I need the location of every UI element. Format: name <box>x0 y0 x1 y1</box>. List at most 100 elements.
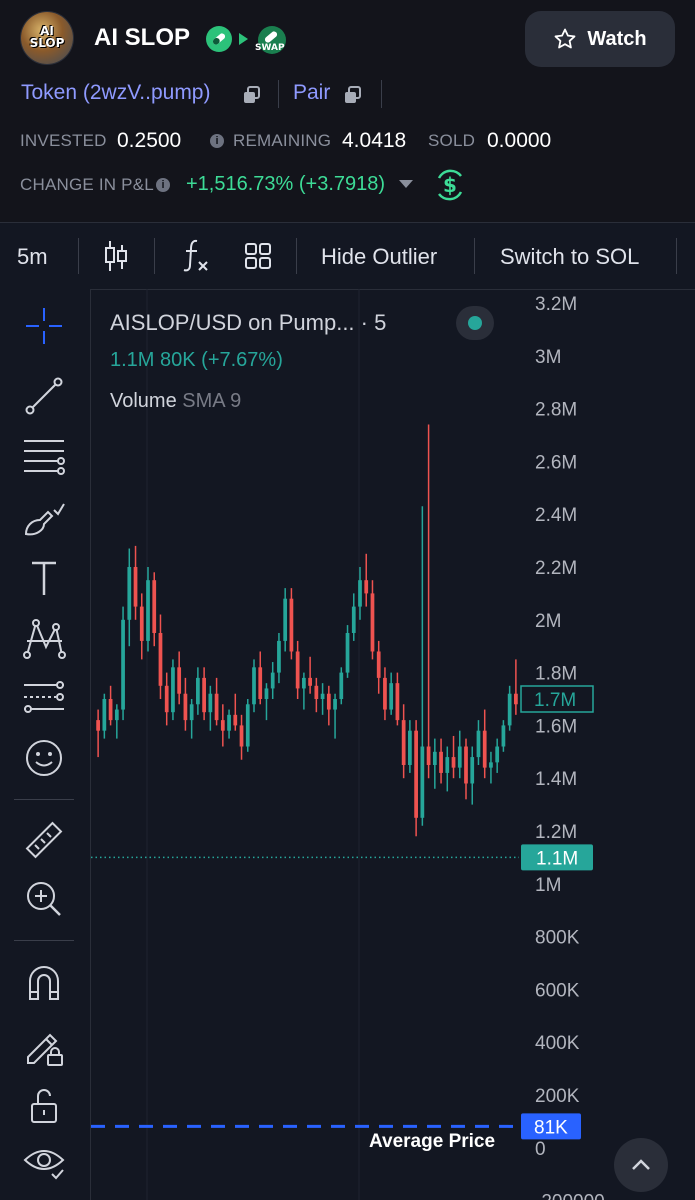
emoji-icon[interactable] <box>22 736 66 780</box>
candle-body <box>295 651 300 689</box>
fib-lines-icon[interactable] <box>22 435 66 479</box>
token-logo: AI SLOP <box>21 12 73 64</box>
sold-label: SOLD <box>428 131 476 150</box>
crosshair-icon[interactable] <box>22 304 66 348</box>
interval-selector[interactable]: 5m <box>17 244 48 270</box>
candle-body <box>514 693 518 705</box>
eye-icon[interactable] <box>22 1140 66 1184</box>
candle-body <box>264 688 269 699</box>
info-icon[interactable]: i <box>156 178 170 192</box>
candle-body <box>208 693 213 713</box>
y-axis-tick: 2.4M <box>535 505 577 526</box>
info-icon[interactable]: i <box>210 134 224 148</box>
y-axis-tick: 400K <box>535 1033 580 1054</box>
trend-line-icon[interactable] <box>22 374 66 418</box>
forecast-icon[interactable] <box>22 677 66 721</box>
candle-body <box>451 757 456 768</box>
chart-toolbar: 5m Hide Outlier Switch to SOL <box>0 222 695 290</box>
candle-body <box>495 746 500 763</box>
candle-body <box>96 720 100 731</box>
chevron-down-icon[interactable] <box>399 180 413 188</box>
candle-body <box>464 746 468 784</box>
average-price-value: 81K <box>534 1117 568 1138</box>
price-chart[interactable]: 3.2M 3M 2.8M 2.6M 2.4M 2.2M 2M 1.8M 1.6M 1.4M 1.2M… <box>91 289 695 1200</box>
candle-body <box>289 598 294 652</box>
pill-icon[interactable] <box>206 26 232 52</box>
switch-to-sol-button[interactable]: Switch to SOL <box>500 244 639 270</box>
pnl-value: +1,516.73% (+3.7918) <box>186 173 386 195</box>
candle-body <box>476 730 481 758</box>
candle-body <box>114 709 119 721</box>
y-axis-tick: 2M <box>535 611 561 632</box>
candle-body <box>439 751 443 773</box>
text-icon[interactable] <box>22 557 66 601</box>
magnet-icon[interactable] <box>22 961 66 1005</box>
last-price-label: 1.1M <box>536 848 578 869</box>
divider <box>474 238 475 274</box>
live-status-indicator[interactable] <box>456 306 494 340</box>
brush-icon[interactable] <box>22 496 66 540</box>
divider <box>278 80 279 108</box>
candle-body <box>283 598 288 641</box>
average-price-label: Average Price <box>369 1131 496 1152</box>
y-axis-tick: 3M <box>535 347 561 368</box>
pnl-label: CHANGE IN P&L <box>20 175 154 194</box>
candle-body <box>358 580 362 607</box>
pattern-icon[interactable] <box>22 617 66 661</box>
candle-body <box>227 714 231 731</box>
dollar-refresh-icon[interactable]: $ <box>431 166 469 204</box>
candle-body <box>158 633 163 686</box>
candle-body <box>507 693 512 726</box>
scroll-to-top-button[interactable] <box>614 1138 668 1192</box>
y-axis-tick: 200K <box>535 1086 580 1107</box>
divider <box>381 80 382 108</box>
candle-body <box>432 751 437 765</box>
candle-body <box>239 725 244 747</box>
divider <box>14 799 74 800</box>
candle-body <box>102 699 107 731</box>
candle-body <box>139 606 144 641</box>
watch-button[interactable]: Watch <box>525 11 675 67</box>
divider <box>154 238 155 274</box>
unlock-icon[interactable] <box>22 1084 66 1128</box>
hide-outlier-button[interactable]: Hide Outlier <box>321 244 437 270</box>
y-axis-tick: 600K <box>535 980 580 1001</box>
price-axis[interactable]: 3.2M 3M 2.8M 2.6M 2.4M 2.2M 2M 1.8M 1.6M 1.4M 1.2M… <box>520 294 605 1200</box>
candles-icon[interactable] <box>103 239 129 273</box>
candle-body <box>189 704 194 721</box>
current-price-label: 1.7M <box>534 690 576 711</box>
candle-body <box>127 567 132 620</box>
candle-body <box>395 683 400 721</box>
candle-body <box>370 593 375 652</box>
chart-grid <box>146 289 360 1200</box>
copy-icon[interactable] <box>342 84 364 106</box>
divider <box>676 238 677 274</box>
candle-body <box>214 693 219 721</box>
y-axis-tick: -200000 <box>535 1192 605 1200</box>
candle-body <box>426 746 431 765</box>
copy-icon[interactable] <box>241 84 263 106</box>
indicators-icon[interactable] <box>181 237 211 275</box>
remaining-label: REMAINING <box>233 131 332 150</box>
candle-body <box>314 685 319 699</box>
candle-body <box>364 580 369 594</box>
drawing-tools-panel <box>0 289 91 1200</box>
lock-drawing-icon[interactable] <box>22 1023 66 1067</box>
token-logo-text: AI SLOP <box>29 24 65 50</box>
candle-body <box>470 757 475 784</box>
candle-body <box>171 667 175 713</box>
y-axis-tick: 0 <box>535 1139 546 1160</box>
candle-body <box>152 580 157 633</box>
candle-body <box>351 606 356 633</box>
ruler-icon[interactable] <box>22 819 66 863</box>
layout-grid-icon[interactable] <box>244 242 272 270</box>
volume-legend[interactable]: Volume SMA 9 <box>110 390 241 413</box>
pair-link[interactable]: Pair <box>293 81 330 105</box>
chart-legend-title[interactable]: AISLOP/USD on Pump... · 5 <box>110 310 386 336</box>
candle-body <box>489 762 493 768</box>
divider <box>78 238 79 274</box>
token-link[interactable]: Token (2wzV..pump) <box>21 81 210 105</box>
zoom-in-icon[interactable] <box>22 877 66 921</box>
candle-body <box>383 677 387 710</box>
svg-text:$: $ <box>443 173 457 197</box>
